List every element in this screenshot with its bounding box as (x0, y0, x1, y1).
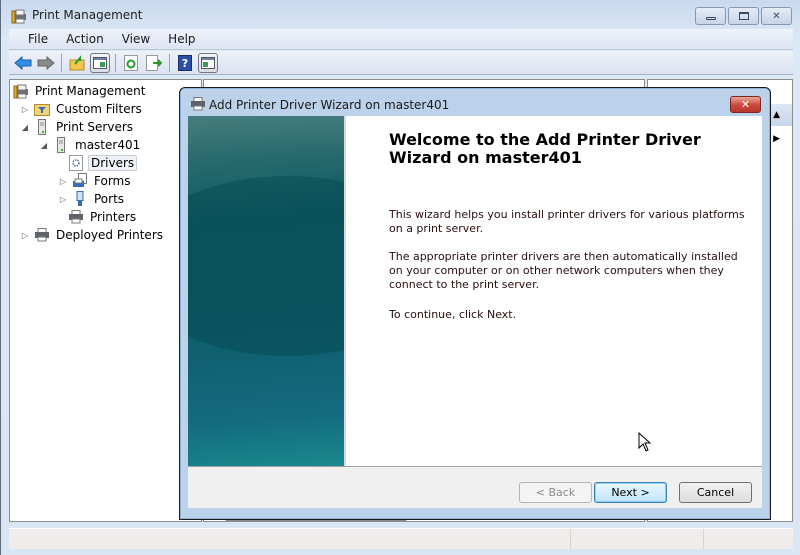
expand-icon[interactable]: ▷ (58, 177, 68, 186)
printer-icon (34, 227, 50, 243)
maximize-button[interactable] (728, 7, 759, 25)
tree-item-drivers[interactable]: Drivers (68, 154, 138, 172)
printer-icon (68, 209, 84, 225)
refresh-icon (124, 54, 138, 71)
expand-icon[interactable]: ▷ (58, 195, 68, 204)
show-hide-console-tree-button[interactable] (90, 52, 110, 73)
refresh-button[interactable] (121, 53, 141, 73)
menu-view[interactable]: View (113, 32, 159, 46)
filter-folder-icon (34, 101, 50, 117)
wizard-description-text: The appropriate printer drivers are then… (389, 250, 738, 291)
forms-icon (72, 173, 88, 189)
help-icon: ? (178, 54, 192, 71)
print-management-icon (13, 83, 29, 99)
server-icon (34, 119, 50, 135)
svg-text:?: ? (182, 57, 188, 70)
tree-item-printers[interactable]: Printers (68, 208, 138, 226)
up-folder-button[interactable] (67, 53, 87, 73)
more-actions-icon[interactable]: ▶ (773, 134, 780, 144)
back-button[interactable]: < Back (519, 482, 592, 503)
show-hide-action-pane-icon (201, 56, 215, 69)
tree-item-ports[interactable]: ▷ Ports (58, 190, 126, 208)
minimize-icon (705, 17, 716, 20)
menu-bar: File Action View Help (9, 29, 793, 50)
help-button[interactable]: ? (175, 53, 195, 73)
printer-icon (190, 97, 206, 113)
wizard-content: Welcome to the Add Printer Driver Wizard… (188, 116, 762, 466)
close-button[interactable]: ✕ (761, 7, 792, 25)
ports-icon (72, 191, 88, 207)
tree-item-print-servers[interactable]: ◢ Print Servers (20, 118, 135, 136)
tree-item-custom-filters[interactable]: ▷ Custom Filters (20, 100, 144, 118)
up-folder-icon (69, 54, 85, 70)
back-icon (14, 55, 32, 70)
minimize-button[interactable] (695, 7, 726, 25)
print-management-window: Print Management ✕ File Action View Help (0, 0, 800, 555)
wizard-banner-image (188, 116, 346, 466)
maximize-icon (738, 12, 749, 20)
back-button[interactable] (13, 53, 33, 73)
export-list-icon (146, 54, 162, 71)
add-printer-driver-wizard-dialog: Add Printer Driver Wizard on master401 ✕… (179, 87, 771, 520)
tree-item-deployed-printers[interactable]: ▷ Deployed Printers (20, 226, 165, 244)
wizard-heading: Welcome to the Add Printer Driver Wizard… (389, 130, 701, 167)
toolbar-separator (169, 53, 170, 72)
expand-icon[interactable]: ▷ (20, 105, 30, 114)
show-hide-action-pane-button[interactable] (198, 52, 218, 73)
wizard-button-bar: < Back Next > Cancel (188, 466, 762, 508)
collapse-icon[interactable]: ◢ (20, 123, 30, 132)
status-bar (9, 528, 793, 549)
menu-help[interactable]: Help (159, 32, 204, 46)
wizard-intro-text: This wizard helps you install printer dr… (389, 208, 745, 235)
menu-action[interactable]: Action (57, 32, 113, 46)
console-tree: Print Management ▷ Custom Filters ◢ Prin… (9, 79, 202, 522)
export-list-button[interactable] (144, 53, 164, 73)
dialog-title: Add Printer Driver Wizard on master401 (209, 98, 450, 112)
tree-item-forms[interactable]: ▷ Forms (58, 172, 132, 190)
cancel-button[interactable]: Cancel (679, 482, 752, 503)
menu-file[interactable]: File (19, 32, 57, 46)
next-button[interactable]: Next > (594, 482, 667, 503)
status-segment (9, 529, 571, 549)
title-bar: Print Management ✕ (1, 0, 800, 30)
forward-button[interactable] (36, 53, 56, 73)
status-segment (704, 529, 793, 549)
tree-item-print-management[interactable]: Print Management (13, 82, 147, 100)
expand-icon[interactable]: ▷ (20, 231, 30, 240)
show-hide-console-tree-icon (93, 56, 107, 69)
status-segment (571, 529, 704, 549)
collapse-icon[interactable]: ◢ (39, 141, 49, 150)
window-title: Print Management (32, 8, 143, 22)
print-management-icon (11, 8, 27, 24)
collapse-up-icon[interactable]: ▲ (773, 110, 780, 120)
dialog-close-button[interactable]: ✕ (730, 96, 761, 113)
mouse-cursor-icon (638, 432, 652, 452)
close-icon: ✕ (772, 10, 781, 22)
wizard-continue-text: To continue, click Next. (389, 308, 517, 321)
toolbar-separator (115, 53, 116, 72)
tree-item-master401[interactable]: ◢ master401 (39, 136, 142, 154)
close-icon: ✕ (740, 98, 751, 111)
drivers-icon (68, 155, 84, 171)
forward-icon (37, 55, 55, 70)
server-icon (53, 137, 69, 153)
toolbar: ? (9, 51, 793, 75)
toolbar-separator (61, 53, 62, 72)
